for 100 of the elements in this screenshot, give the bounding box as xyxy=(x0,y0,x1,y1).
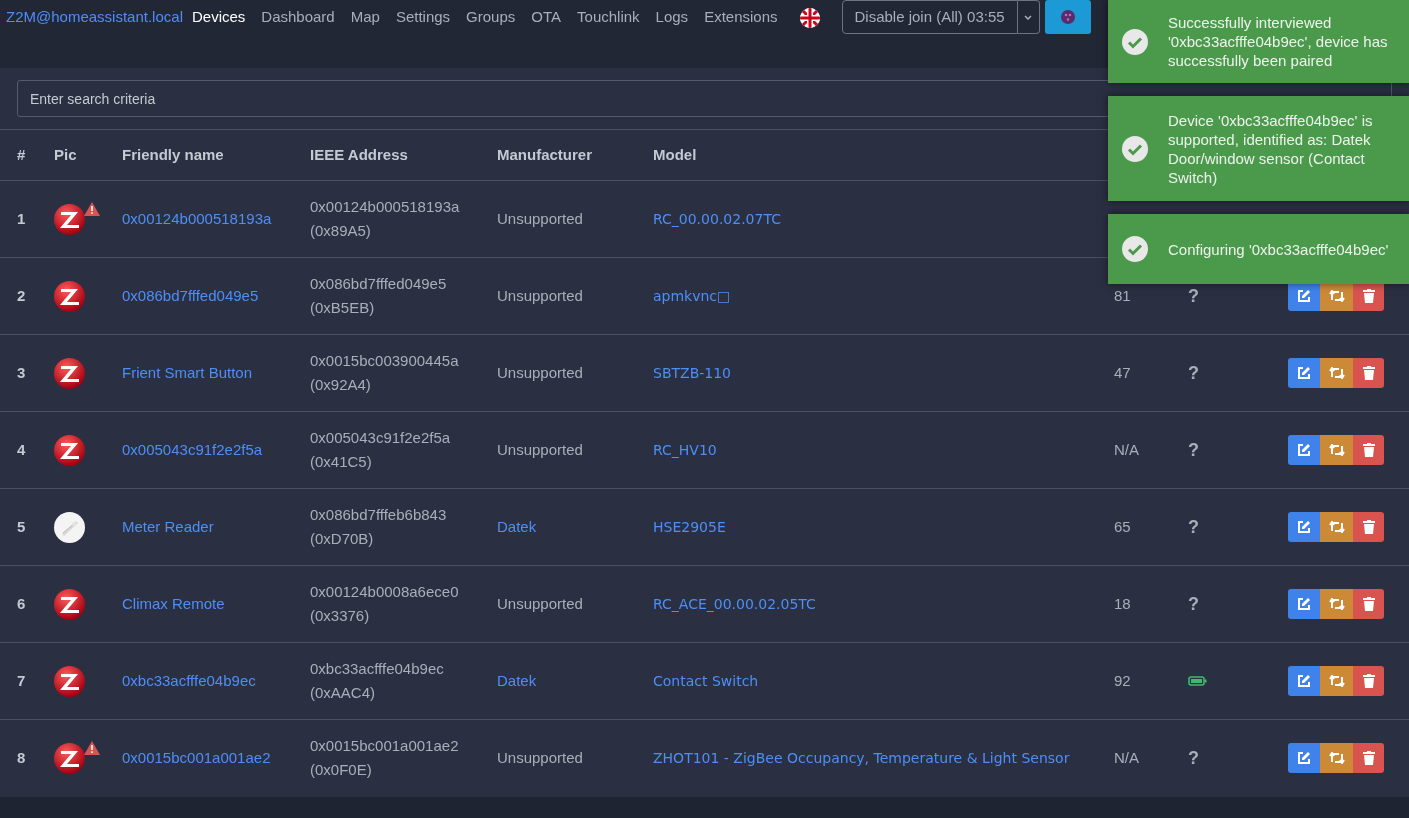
model-link[interactable]: RC_HV10 xyxy=(653,441,717,458)
network-address: (0xAAC4) xyxy=(310,683,377,703)
edit-icon xyxy=(1297,289,1311,303)
nav-link[interactable]: Logs xyxy=(655,6,689,28)
swap-icon xyxy=(1328,290,1345,302)
nav-link[interactable]: OTA xyxy=(531,6,562,28)
lqi-value: 65 xyxy=(1114,517,1131,535)
network-address: (0x41C5) xyxy=(310,452,373,472)
row-number: 6 xyxy=(17,594,26,612)
model-link[interactable]: RC_00.00.02.07TC xyxy=(653,210,781,227)
disable-join-button[interactable]: Disable join (All) 03:55 xyxy=(841,0,1018,34)
model-link[interactable]: apmkvnc□ xyxy=(653,287,731,304)
rename-button[interactable] xyxy=(1320,743,1353,774)
trash-icon xyxy=(1362,751,1375,766)
manufacturer-text: Unsupported xyxy=(497,440,583,458)
device-name-link[interactable]: 0x00124b000518193a xyxy=(122,209,272,227)
column-header[interactable]: IEEE Address xyxy=(310,145,408,163)
network-address: (0xB5EB) xyxy=(310,298,376,318)
edit-icon xyxy=(1297,597,1311,611)
column-header[interactable]: Pic xyxy=(54,145,77,163)
nav-link[interactable]: Touchlink xyxy=(577,6,640,28)
model-link[interactable]: ZHOT101 - ZigBee Occupancy, Temperature & Light Sensor xyxy=(653,750,1070,766)
manufacturer-text: Unsupported xyxy=(497,363,583,381)
device-name-link[interactable]: Frient Smart Button xyxy=(122,363,253,381)
trash-icon xyxy=(1362,289,1375,303)
nav-link[interactable]: Groups xyxy=(466,6,516,28)
edit-icon xyxy=(1297,443,1311,457)
ieee-address: 0x00124b000518193a xyxy=(310,197,461,217)
column-header[interactable]: Friendly name xyxy=(122,145,224,163)
row-number: 8 xyxy=(17,749,26,766)
manufacturer-text: Unsupported xyxy=(497,286,583,304)
row-number: 4 xyxy=(17,440,26,458)
device-name-link[interactable]: Meter Reader xyxy=(122,517,214,535)
device-name-link[interactable]: Climax Remote xyxy=(122,594,225,612)
swap-icon xyxy=(1328,598,1345,610)
manufacturer-text: Unsupported xyxy=(497,209,583,227)
manufacturer-link[interactable]: Datek xyxy=(497,517,537,535)
swap-icon xyxy=(1328,752,1345,765)
power-unknown: ? xyxy=(1188,285,1199,306)
manufacturer-text: Unsupported xyxy=(497,749,583,766)
trash-icon xyxy=(1362,674,1375,688)
power-unknown: ? xyxy=(1188,516,1199,537)
row-number: 5 xyxy=(17,517,26,535)
edit-button[interactable] xyxy=(1288,743,1320,774)
nav-link[interactable]: Devices xyxy=(191,6,246,28)
model-link[interactable]: SBTZB-110 xyxy=(653,364,731,381)
trash-icon xyxy=(1362,520,1375,534)
trash-icon xyxy=(1362,597,1375,611)
lqi-value: 47 xyxy=(1114,363,1131,381)
toast-message: Configuring '0xbc33acfffe04b9ec' xyxy=(1168,239,1390,259)
column-header[interactable]: Model xyxy=(653,145,697,163)
nav-link[interactable]: Extensions xyxy=(704,6,778,28)
edit-icon xyxy=(1297,674,1311,688)
power-unknown: ? xyxy=(1188,362,1199,383)
check-circle-icon xyxy=(1122,135,1148,162)
dropdown-button[interactable] xyxy=(1017,0,1040,34)
ieee-address: 0x0015bc001a001ae2 xyxy=(310,736,460,757)
nav-link[interactable]: Dashboard xyxy=(261,6,335,28)
device-name-link[interactable]: 0x0015bc001a001ae2 xyxy=(122,749,271,766)
swap-icon xyxy=(1328,367,1345,379)
theme-button[interactable] xyxy=(1044,0,1091,34)
device-name-link[interactable]: 0xbc33acfffe04b9ec xyxy=(122,671,256,689)
delete-button[interactable] xyxy=(1353,743,1384,774)
column-header[interactable]: # xyxy=(17,145,26,163)
lqi-value: 81 xyxy=(1114,286,1131,304)
ieee-address: 0x0015bc003900445a xyxy=(310,351,460,371)
ieee-address: 0x00124b0008a6ece0 xyxy=(310,582,460,602)
network-address: (0x0F0E) xyxy=(310,760,373,781)
lqi-value: 92 xyxy=(1114,671,1131,689)
manufacturer-text: Unsupported xyxy=(497,594,583,612)
brand-link[interactable]: Z2M@homeassistant.local xyxy=(6,6,183,28)
swap-icon xyxy=(1328,444,1345,456)
model-link[interactable]: HSE2905E xyxy=(653,518,726,535)
column-header[interactable]: Manufacturer xyxy=(497,145,593,163)
ieee-address: 0x086bd7fffed049e5 xyxy=(310,274,448,294)
device-name-link[interactable]: 0x005043c91f2e2f5a xyxy=(122,440,263,458)
caret-icon xyxy=(1024,14,1033,20)
lqi-value: 18 xyxy=(1114,594,1131,612)
power-unknown: ? xyxy=(1188,593,1199,614)
toast-message: Successfully interviewed '0xbc33acfffe04b9ec', device has successfully been paired xyxy=(1168,13,1389,70)
ieee-address: 0x005043c91f2e2f5a xyxy=(310,428,452,448)
model-link[interactable]: Contact Switch xyxy=(653,672,759,689)
trash-icon xyxy=(1362,443,1375,457)
row-number: 1 xyxy=(17,209,26,227)
check-circle-icon xyxy=(1122,236,1148,262)
network-address: (0x3376) xyxy=(310,606,371,626)
manufacturer-link[interactable]: Datek xyxy=(497,671,537,689)
row-number: 2 xyxy=(17,286,26,304)
flag-icon[interactable] xyxy=(799,8,820,28)
network-address: (0x92A4) xyxy=(310,375,372,395)
palette-icon xyxy=(1060,10,1075,24)
nav-link[interactable]: Map xyxy=(350,6,380,28)
device-name-link[interactable]: 0x086bd7fffed049e5 xyxy=(122,286,259,304)
ieee-address: 0xbc33acfffe04b9ec xyxy=(310,659,445,679)
model-link[interactable]: RC_ACE_00.00.02.05TC xyxy=(653,595,816,612)
ieee-address: 0x086bd7fffeb6b843 xyxy=(310,505,448,525)
nav-link[interactable]: Settings xyxy=(395,6,451,28)
edit-icon xyxy=(1297,751,1311,766)
trash-icon xyxy=(1362,366,1375,380)
power-unknown: ? xyxy=(1188,439,1199,460)
